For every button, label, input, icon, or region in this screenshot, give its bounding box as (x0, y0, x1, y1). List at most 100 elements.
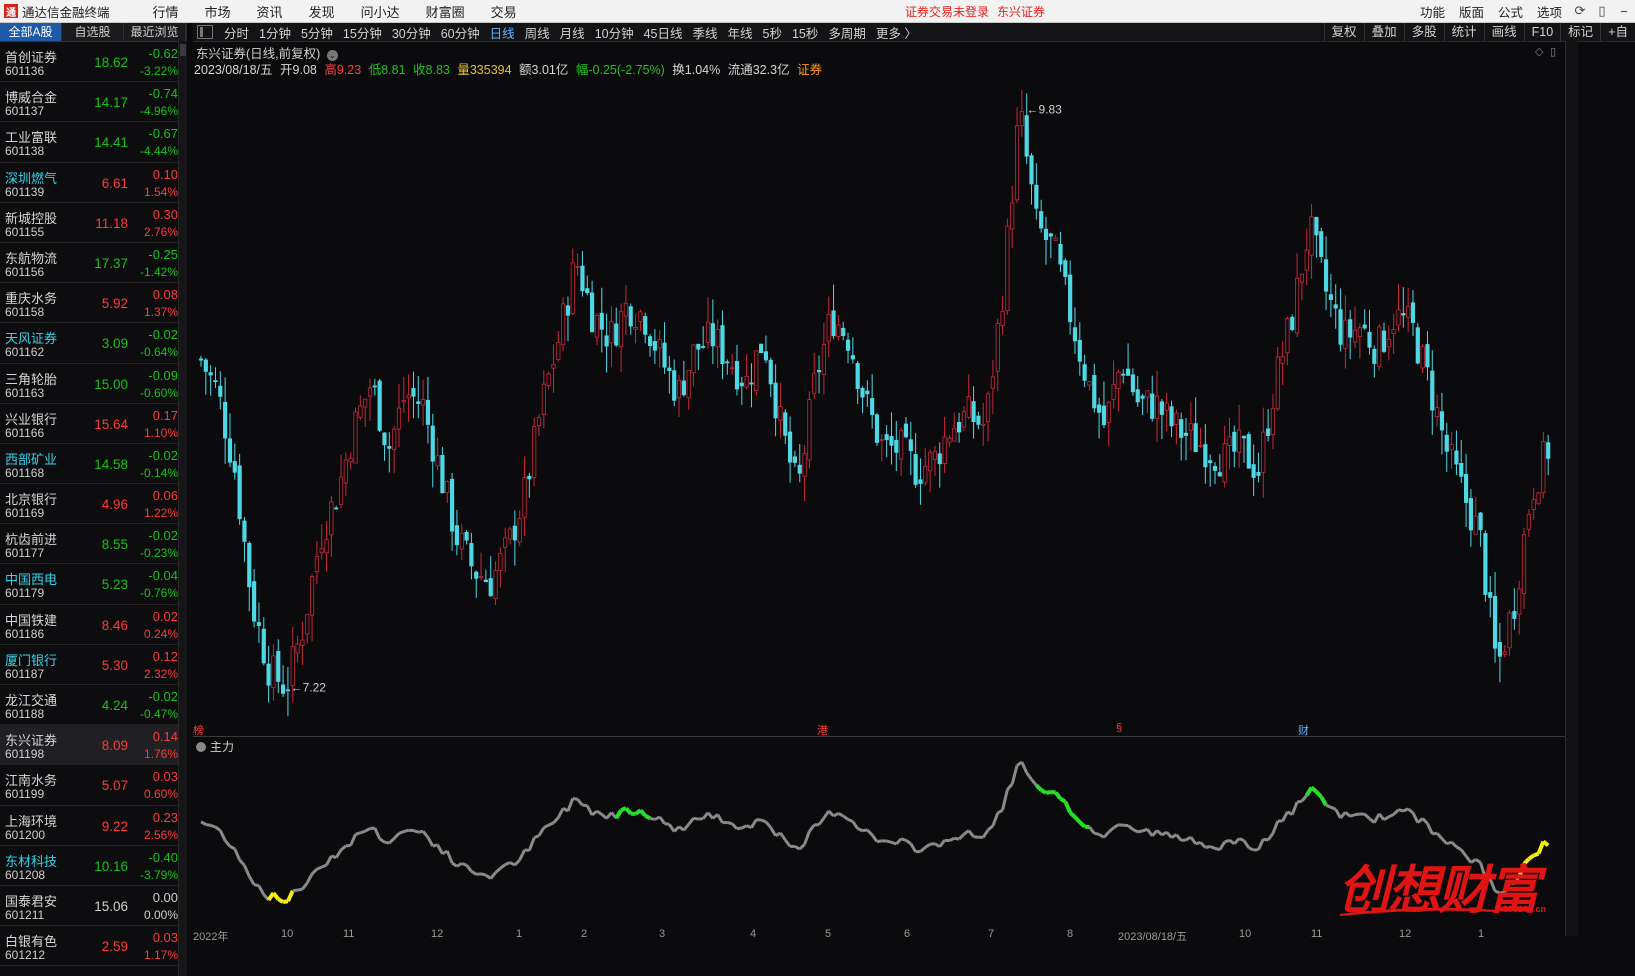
stock-row[interactable]: 深圳燃气 601139 6.61 0.10 1.54% (0, 163, 186, 203)
stock-row[interactable]: 天风证券 601162 3.09 -0.02 -0.64% (0, 323, 186, 364)
period-option[interactable]: 60分钟 (436, 23, 485, 42)
candle-body (1420, 346, 1425, 369)
main-force-segment (996, 808, 1004, 815)
period-option[interactable]: 季线 (688, 23, 723, 42)
chart-tool-button[interactable]: 统计 (1443, 23, 1484, 41)
stock-row[interactable]: 中国铁建 601186 8.46 0.02 0.24% (0, 605, 186, 645)
candle-body (1159, 401, 1164, 415)
stock-row[interactable]: 重庆水务 601158 5.92 0.08 1.37% (0, 283, 186, 324)
login-notice[interactable]: 证券交易未登录 东兴证券 (905, 3, 1053, 20)
stock-row[interactable]: 东兴证券 601198 8.09 0.14 1.76% (0, 725, 186, 766)
stock-row[interactable]: 北京银行 601169 4.96 0.06 1.22% (0, 484, 186, 525)
menu-options[interactable]: 选项 (1530, 2, 1569, 21)
period-option[interactable]: 5秒 (758, 23, 787, 42)
scroll-up-arrow-icon[interactable] (180, 44, 186, 56)
period-option[interactable]: 15分钟 (338, 23, 387, 42)
chart-tool-button[interactable]: F10 (1523, 23, 1561, 41)
stock-row[interactable]: 工业富联 601138 14.41 -0.67 -4.44% (0, 122, 186, 163)
stock-change-pct: 1.22% (143, 506, 178, 521)
stock-row[interactable]: 东航物流 601156 17.37 -0.25 -1.42% (0, 243, 186, 284)
candlestick-chart[interactable]: ←9.83 ←7.22 (193, 72, 1565, 736)
chart-tool-button[interactable]: +自 (1600, 23, 1635, 41)
main-force-segment (760, 818, 767, 824)
stock-row[interactable]: 白银有色 601212 2.59 0.03 1.17% (0, 926, 186, 967)
main-force-segment (870, 834, 879, 843)
diamond-icon[interactable]: ◇ (1535, 45, 1543, 58)
candle-body (377, 380, 382, 431)
stock-row[interactable]: 上海环境 601200 9.22 0.23 2.56% (0, 806, 186, 846)
menu-quotes[interactable]: 行情 (140, 2, 192, 21)
period-option[interactable]: 月线 (555, 23, 590, 42)
chart-tool-button[interactable]: 复权 (1323, 23, 1364, 41)
menu-layout[interactable]: 版面 (1452, 2, 1491, 21)
stock-list-panel: 全部A股 自选股 最近浏览 首创证券 601136 18.62 -0.62 -3.22%… (0, 23, 187, 976)
indicator-menu-icon[interactable] (196, 742, 206, 752)
period-option[interactable]: 10分钟 (590, 23, 639, 42)
stock-code: 601162 (5, 345, 45, 360)
period-option[interactable]: 30分钟 (387, 23, 436, 42)
menu-market[interactable]: 市场 (192, 2, 244, 21)
stock-row[interactable]: 中国西电 601179 5.23 -0.04 -0.76% (0, 564, 186, 605)
event-marker-section[interactable]: § (1116, 722, 1122, 734)
main-force-segment (967, 829, 975, 838)
date-tick: 7 (988, 928, 995, 940)
expand-icon[interactable]: ▯ (1550, 45, 1556, 58)
login-status[interactable]: 证券交易未登录 (905, 5, 989, 19)
menu-news[interactable]: 资讯 (244, 2, 296, 21)
candle-body (681, 380, 686, 396)
stock-row[interactable]: 博威合金 601137 14.17 -0.74 -4.96% (0, 82, 186, 123)
menu-wealth[interactable]: 财富圈 (413, 2, 478, 21)
period-option[interactable]: 1分钟 (254, 23, 296, 42)
stock-row[interactable]: 新城控股 601155 11.18 0.30 2.76% (0, 203, 186, 243)
stock-row[interactable]: 三角轮胎 601163 15.00 -0.09 -0.60% (0, 364, 186, 404)
chart-scrollbar[interactable] (1565, 41, 1578, 936)
main-force-segment (572, 796, 578, 801)
stock-row[interactable]: 厦门银行 601187 5.30 0.12 2.32% (0, 645, 186, 685)
tab-watchlist[interactable]: 自选股 (62, 23, 124, 41)
period-option[interactable]: 周线 (520, 23, 555, 42)
refresh-icon[interactable]: ⟳ (1569, 3, 1591, 19)
period-option[interactable]: 年线 (723, 23, 758, 42)
menu-discover[interactable]: 发现 (296, 2, 348, 21)
period-option[interactable]: 15秒 (787, 23, 823, 42)
candle-body (1401, 313, 1406, 316)
broker-name[interactable]: 东兴证券 (997, 5, 1045, 19)
period-option[interactable]: 45日线 (639, 23, 688, 42)
stock-row[interactable]: 杭齿前进 601177 8.55 -0.02 -0.23% (0, 524, 186, 565)
main-force-segment (716, 813, 724, 824)
chart-tool-button[interactable]: 多股 (1403, 23, 1444, 41)
chart-tool-button[interactable]: 标记 (1560, 23, 1600, 41)
candle-body (894, 439, 899, 453)
chart-tool-button[interactable]: 叠加 (1363, 23, 1404, 41)
stock-change: -0.04 (148, 568, 178, 584)
candle-body (430, 425, 435, 462)
candle-body (1410, 302, 1416, 323)
stock-row[interactable]: 东材科技 601208 10.16 -0.40 -3.79% (0, 846, 186, 886)
tab-all-a-shares[interactable]: 全部A股 (0, 23, 62, 41)
candle-body (956, 421, 962, 433)
chart-tool-button[interactable]: 画线 (1483, 23, 1524, 41)
period-option[interactable]: 日线 (485, 23, 520, 42)
stock-row[interactable]: 龙江交通 601188 4.24 -0.02 -0.47% (0, 685, 186, 726)
stock-list-scrollbar[interactable] (178, 41, 187, 976)
date-tick: 11 (343, 928, 355, 940)
stock-row[interactable]: 国泰君安 601211 15.06 0.00 0.00% (0, 886, 186, 927)
period-option[interactable]: 分时 (219, 23, 254, 42)
menu-function[interactable]: 功能 (1413, 2, 1452, 21)
stock-row[interactable]: 西部矿业 601168 14.58 -0.02 -0.14% (0, 444, 186, 485)
phone-icon[interactable]: ▯ (1591, 3, 1613, 19)
menu-trade[interactable]: 交易 (478, 2, 530, 21)
candle-body (314, 556, 319, 572)
period-option[interactable]: 5分钟 (296, 23, 338, 42)
period-option[interactable]: 更多 〉 (871, 23, 922, 42)
period-option[interactable]: 多周期 (823, 23, 871, 42)
menu-formula[interactable]: 公式 (1491, 2, 1530, 21)
menu-ask[interactable]: 问小达 (348, 2, 413, 21)
minimize-icon[interactable]: − (1613, 4, 1635, 19)
stock-row[interactable]: 江南水务 601199 5.07 0.03 0.60% (0, 765, 186, 806)
candle-body (478, 576, 484, 578)
stock-row[interactable]: 首创证券 601136 18.62 -0.62 -3.22% (0, 42, 186, 83)
tab-recent[interactable]: 最近浏览 (124, 23, 186, 41)
layout-toggle-icon[interactable] (197, 25, 213, 39)
stock-row[interactable]: 兴业银行 601166 15.64 0.17 1.10% (0, 404, 186, 444)
